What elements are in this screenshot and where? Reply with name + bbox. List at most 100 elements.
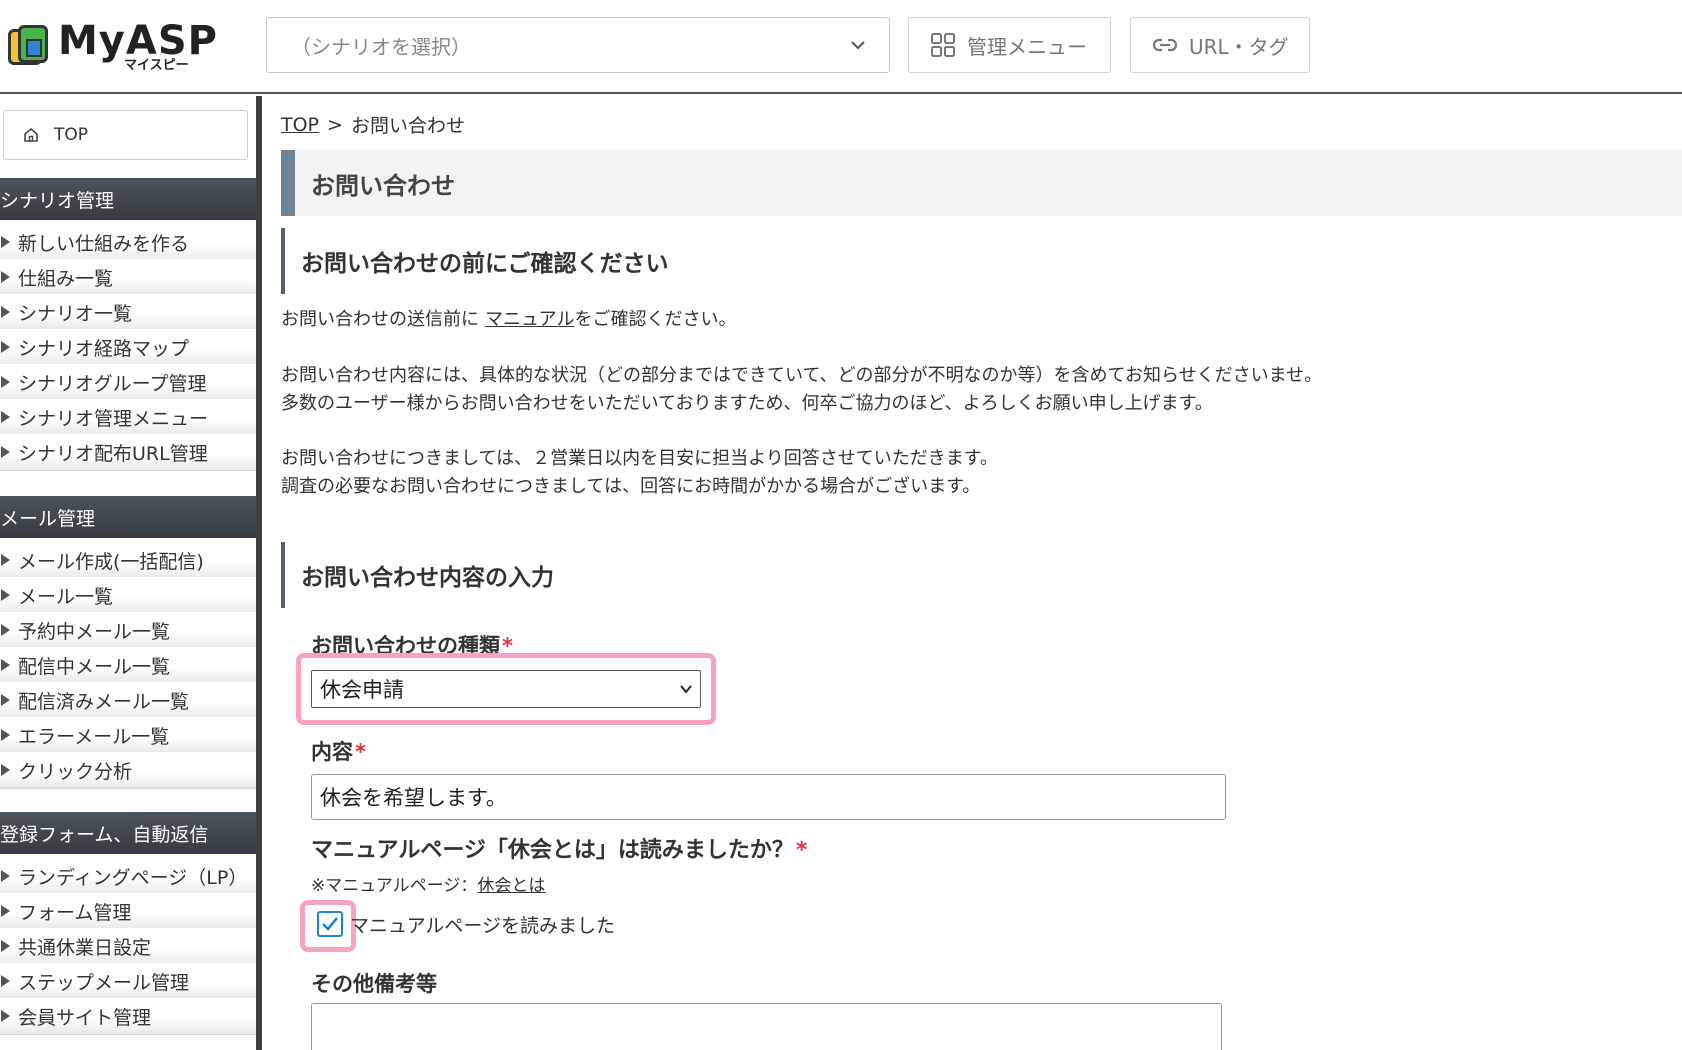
notice-line-5: 調査の必要なお問い合わせにつきましては、回答にお時間がかかる場合がございます。 (281, 476, 981, 497)
sidebar-item-label: 配信済みメール一覧 (18, 690, 190, 713)
required-mark: * (795, 838, 808, 863)
triangle-right-icon (1, 446, 10, 458)
sidebar-item-label: 会員サイト管理 (18, 1006, 152, 1029)
triangle-right-icon (1, 870, 10, 882)
manual-note-prefix: ※マニュアルページ： (311, 876, 478, 896)
myasp-logo[interactable]: MyASP マイスピー (8, 18, 218, 74)
sidebar-item-sending-mail[interactable]: 配信中メール一覧 (0, 647, 256, 684)
logo-mark-icon (8, 25, 50, 67)
sidebar-item-label: 予約中メール一覧 (18, 620, 171, 643)
triangle-right-icon (1, 236, 10, 248)
notice-line-1-prefix: お問い合わせの送信前に (281, 309, 479, 330)
triangle-right-icon (1, 940, 10, 952)
sidebar-item-new-mechanism[interactable]: 新しい仕組みを作る (0, 224, 256, 261)
admin-menu-button[interactable]: 管理メニュー (908, 17, 1111, 73)
triangle-right-icon (1, 905, 10, 917)
sidebar-item-form-management[interactable]: フォーム管理 (0, 893, 256, 930)
manual-question-label: マニュアルページ「休会とは」は読みましたか？* (311, 832, 807, 864)
triangle-right-icon (1, 624, 10, 636)
triangle-right-icon (1, 411, 10, 423)
grid-icon (931, 33, 955, 57)
remarks-label: その他備考等 (311, 972, 437, 996)
triangle-right-icon (1, 694, 10, 706)
sidebar-item-scenario-route-map[interactable]: シナリオ経路マップ (0, 329, 256, 366)
logo-text: MyASP (58, 17, 218, 64)
inquiry-type-select[interactable]: 休会申請 (311, 670, 701, 708)
sidebar-item-scenario-group[interactable]: シナリオグループ管理 (0, 364, 256, 401)
breadcrumb-current: お問い合わせ (350, 115, 465, 137)
form-heading: お問い合わせ内容の入力 (281, 542, 1281, 608)
manual-read-checkbox[interactable] (317, 911, 343, 937)
triangle-right-icon (1, 589, 10, 601)
sidebar-item-click-analysis[interactable]: クリック分析 (0, 752, 256, 789)
triangle-right-icon (1, 729, 10, 741)
sidebar-top-label: TOP (54, 125, 89, 145)
sidebar-section-mail: メール管理 (0, 496, 256, 538)
sidebar-item-mechanism-list[interactable]: 仕組み一覧 (0, 259, 256, 296)
chevron-down-icon (851, 41, 865, 50)
sidebar-item-label: ステップメール管理 (18, 971, 190, 994)
sidebar-item-error-mail[interactable]: エラーメール一覧 (0, 717, 256, 754)
sidebar-item-label: メール一覧 (18, 585, 114, 608)
url-tag-label: URL・タグ (1189, 34, 1289, 59)
home-icon (24, 127, 38, 142)
sidebar-section-scenario: シナリオ管理 (0, 178, 256, 220)
manual-read-checkbox-label[interactable]: マニュアルページを読みました (350, 911, 615, 938)
sidebar: TOP シナリオ管理 新しい仕組みを作る 仕組み一覧 シナリオ一覧 シナリオ経路… (0, 96, 262, 1050)
sidebar-item-scenario-admin-menu[interactable]: シナリオ管理メニュー (0, 399, 256, 436)
sidebar-item-step-mail[interactable]: ステップメール管理 (0, 963, 256, 1000)
breadcrumb: TOP > お問い合わせ (281, 111, 465, 138)
sidebar-item-label: フォーム管理 (18, 901, 132, 924)
sidebar-item-label: シナリオグループ管理 (18, 372, 207, 395)
triangle-right-icon (1, 659, 10, 671)
sidebar-item-member-site[interactable]: 会員サイト管理 (0, 998, 256, 1035)
sidebar-item-scenario-url[interactable]: シナリオ配布URL管理 (0, 434, 256, 471)
sidebar-item-mail-list[interactable]: メール一覧 (0, 577, 256, 614)
manual-page-link[interactable]: 休会とは (477, 876, 545, 896)
sidebar-item-label: 共通休業日設定 (18, 936, 152, 959)
notice-heading: お問い合わせの前にご確認ください (281, 228, 1281, 294)
chevron-down-icon (680, 685, 692, 694)
remarks-textarea[interactable] (311, 1003, 1222, 1050)
triangle-right-icon (1, 341, 10, 353)
sidebar-item-label: 仕組み一覧 (18, 267, 114, 290)
sidebar-item-holiday-settings[interactable]: 共通休業日設定 (0, 928, 256, 965)
content-input-value: 休会を希望します。 (320, 786, 507, 810)
inquiry-type-value: 休会申請 (320, 678, 404, 702)
sidebar-item-label: シナリオ経路マップ (18, 337, 190, 360)
url-tag-button[interactable]: URL・タグ (1130, 17, 1310, 73)
sidebar-item-label: 新しい仕組みを作る (18, 232, 190, 255)
triangle-right-icon (1, 764, 10, 776)
sidebar-item-landing-page[interactable]: ランディングページ（LP） (0, 858, 256, 895)
content-label-text: 内容 (311, 740, 353, 764)
sidebar-item-label: シナリオ配布URL管理 (18, 442, 208, 465)
triangle-right-icon (1, 975, 10, 987)
manual-note: ※マニュアルページ：休会とは (311, 871, 545, 896)
sidebar-item-sent-mail[interactable]: 配信済みメール一覧 (0, 682, 256, 719)
required-mark: * (355, 740, 366, 764)
app-header: MyASP マイスピー （シナリオを選択） 管理メニュー URL・タグ (0, 0, 1682, 94)
sidebar-item-label: シナリオ一覧 (18, 302, 133, 325)
checkmark-icon (322, 917, 339, 931)
admin-menu-label: 管理メニュー (967, 34, 1087, 59)
content-label: 内容* (311, 736, 366, 766)
manual-link[interactable]: マニュアル (485, 309, 574, 330)
manual-question-text: マニュアルページ「休会とは」は読みましたか？ (311, 838, 794, 863)
breadcrumb-separator: > (327, 113, 343, 136)
sidebar-top-button[interactable]: TOP (3, 110, 248, 160)
sidebar-item-label: ランディングページ（LP） (18, 866, 248, 889)
logo-subtext: マイスピー (124, 57, 189, 73)
triangle-right-icon (1, 376, 10, 388)
triangle-right-icon (1, 306, 10, 318)
sidebar-item-mail-create[interactable]: メール作成(一括配信) (0, 542, 256, 579)
triangle-right-icon (1, 554, 10, 566)
sidebar-item-scenario-list[interactable]: シナリオ一覧 (0, 294, 256, 331)
breadcrumb-home-link[interactable]: TOP (281, 114, 319, 136)
content-input[interactable]: 休会を希望します。 (311, 774, 1226, 820)
sidebar-item-label: クリック分析 (18, 760, 133, 783)
page-title: お問い合わせ (281, 150, 1682, 216)
notice-line-3: 多数のユーザー様からお問い合わせをいただいておりますため、何卒ご協力のほど、よろ… (281, 393, 1213, 414)
sidebar-item-scheduled-mail[interactable]: 予約中メール一覧 (0, 612, 256, 649)
notice-line-1-suffix: をご確認ください。 (574, 309, 737, 330)
scenario-select[interactable]: （シナリオを選択） (266, 17, 890, 73)
